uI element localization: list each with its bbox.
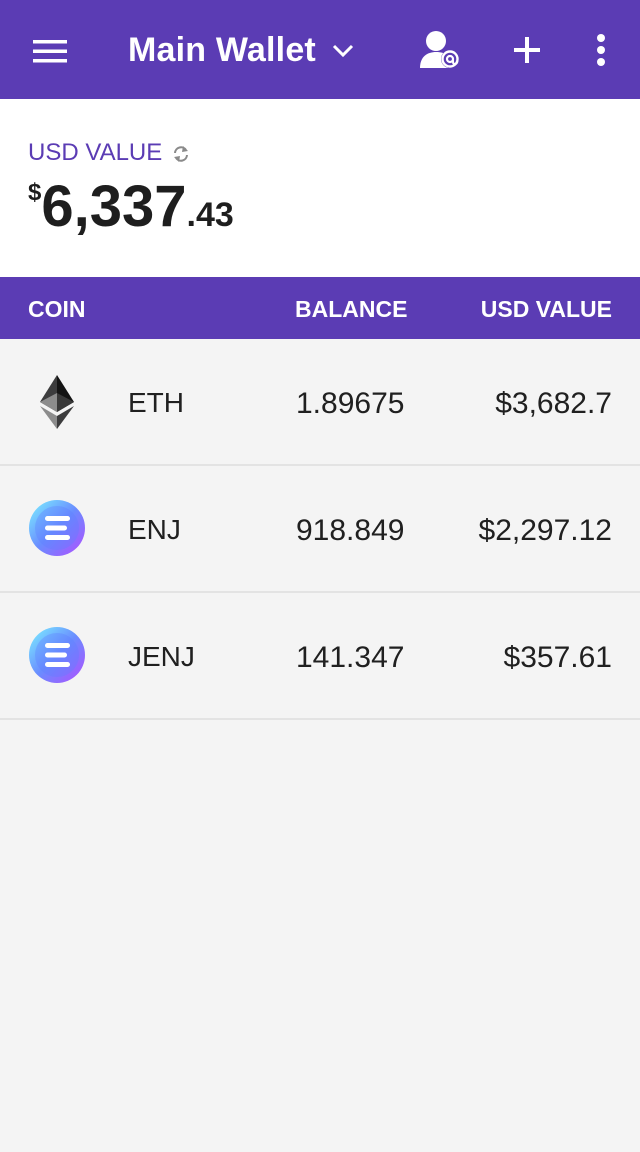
coin-balance: 1.89675 xyxy=(296,387,405,420)
coin-row-eth[interactable]: ETH 1.89675 $3,682.7 xyxy=(0,339,640,466)
contact-at-icon xyxy=(420,31,459,68)
menu-icon xyxy=(33,40,67,63)
wallet-selector[interactable]: Main Wallet xyxy=(128,24,354,76)
more-vert-icon xyxy=(597,34,605,66)
plus-icon xyxy=(514,37,540,63)
ethereum-icon xyxy=(28,372,86,430)
coin-row-jenj[interactable]: JENJ 141.347 $357.61 xyxy=(0,593,640,720)
coin-table-header: COIN BALANCE USD VALUE xyxy=(0,277,640,339)
coin-usd-value: $357.61 xyxy=(503,641,612,674)
currency-symbol: $ xyxy=(28,179,42,206)
chevron-down-icon xyxy=(332,44,354,58)
column-header-balance[interactable]: BALANCE xyxy=(295,296,407,323)
total-integer: 6,337 xyxy=(41,174,187,239)
enjin-icon xyxy=(28,499,86,557)
add-button[interactable] xyxy=(503,26,551,74)
column-header-usd-value[interactable]: USD VALUE xyxy=(481,296,612,323)
contacts-button[interactable] xyxy=(414,24,468,78)
app-bar: Main Wallet xyxy=(0,0,640,99)
wallet-title: Main Wallet xyxy=(128,30,316,69)
coin-symbol: ENJ xyxy=(128,514,181,545)
coin-list: ETH 1.89675 $3,682.7 ENJ 918.849 $2,297.… xyxy=(0,339,640,720)
coin-usd-value: $2,297.12 xyxy=(478,514,612,547)
more-options-button[interactable] xyxy=(584,26,618,74)
coin-usd-value: $3,682.7 xyxy=(495,387,612,420)
refresh-icon[interactable] xyxy=(171,144,191,164)
coin-row-enj[interactable]: ENJ 918.849 $2,297.12 xyxy=(0,466,640,593)
total-decimal: .43 xyxy=(186,196,234,234)
usd-value-header: USD VALUE xyxy=(28,139,191,167)
total-balance: $6,337.43 xyxy=(28,173,234,241)
coin-balance: 918.849 xyxy=(296,514,405,547)
usd-value-label: USD VALUE xyxy=(28,139,163,166)
enjin-icon xyxy=(28,626,86,684)
coin-symbol: ETH xyxy=(128,387,184,418)
menu-button[interactable] xyxy=(22,28,78,72)
column-header-coin[interactable]: COIN xyxy=(28,296,86,323)
coin-balance: 141.347 xyxy=(296,641,405,674)
coin-symbol: JENJ xyxy=(128,641,195,672)
balance-summary: USD VALUE $6,337.43 xyxy=(0,99,640,277)
